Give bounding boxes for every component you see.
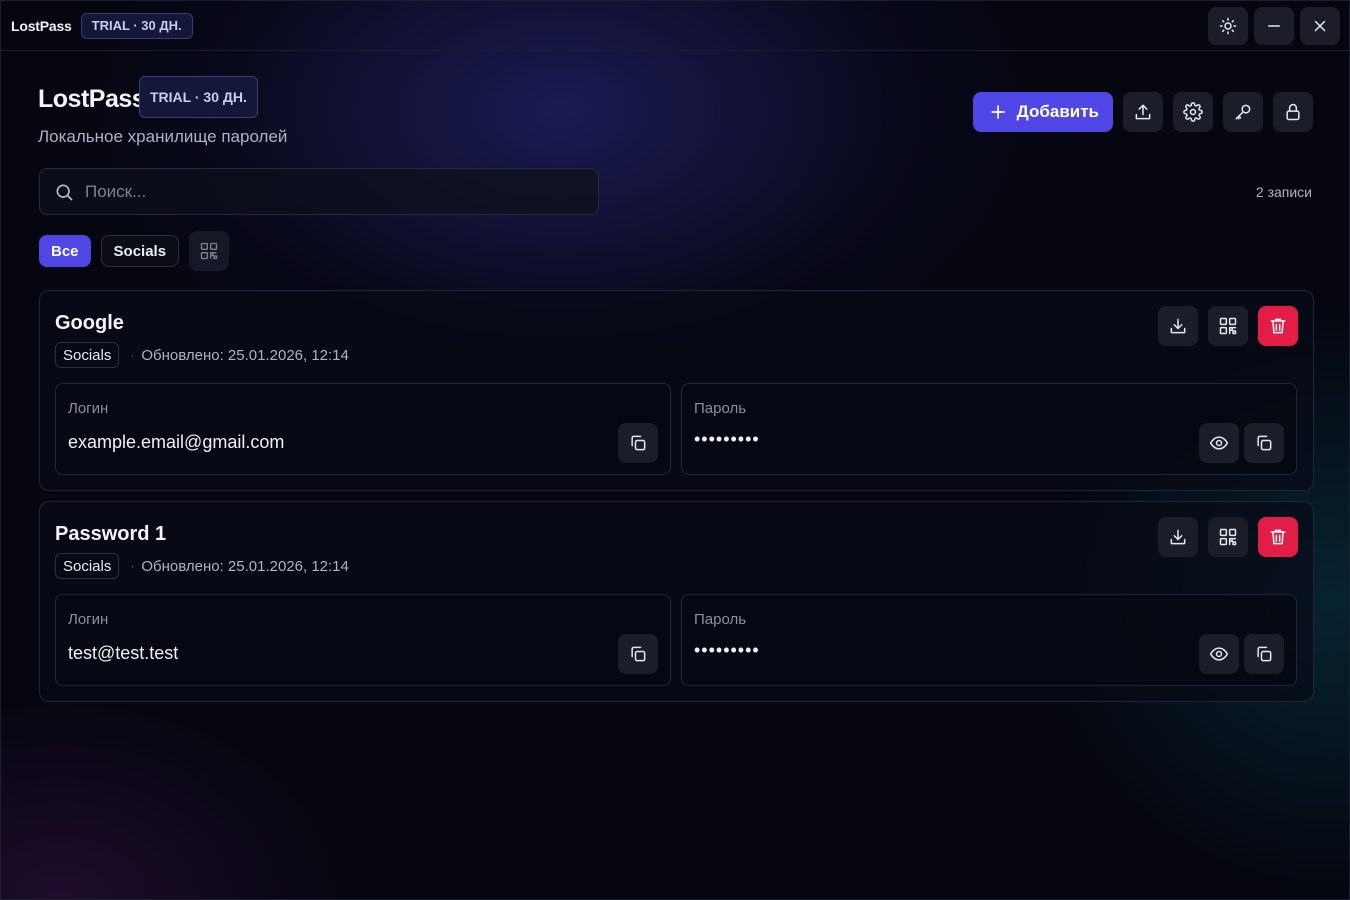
copy-password-button[interactable] bbox=[1244, 634, 1284, 674]
password-actions bbox=[1199, 423, 1284, 463]
login-field: Логин test@test.test bbox=[55, 594, 671, 686]
entry-tag: Socials bbox=[55, 342, 120, 368]
entry-meta: Socials · Обновлено: 25.01.2026, 12:14 bbox=[55, 342, 349, 368]
app-window: LostPass TRIAL · 30 ДН. LostPass TRIAL ·… bbox=[0, 0, 1350, 900]
download-icon bbox=[1170, 318, 1186, 334]
page-title: LostPass bbox=[38, 85, 146, 113]
entry-title: Password 1 bbox=[55, 523, 167, 545]
copy-icon bbox=[631, 435, 646, 451]
login-field: Логин example.email@gmail.com bbox=[55, 383, 671, 475]
qr-entry-button[interactable] bbox=[1208, 306, 1248, 346]
lock-icon bbox=[1286, 103, 1300, 121]
copy-password-button[interactable] bbox=[1244, 423, 1284, 463]
entry-card: Google Socials · Обновлено: 25.01.2026, … bbox=[39, 290, 1314, 491]
entry-tag: Socials bbox=[55, 553, 120, 579]
show-password-button[interactable] bbox=[1199, 634, 1239, 674]
entry-actions bbox=[1158, 306, 1298, 346]
close-icon bbox=[1314, 20, 1326, 32]
sun-icon bbox=[1219, 17, 1237, 35]
trash-icon bbox=[1270, 529, 1286, 545]
search-icon bbox=[56, 184, 73, 200]
minimize-icon bbox=[1268, 25, 1280, 27]
login-label: Логин bbox=[68, 400, 109, 417]
download-entry-button[interactable] bbox=[1158, 517, 1198, 557]
header-trial-badge: TRIAL · 30 ДН. bbox=[139, 76, 258, 118]
window-controls bbox=[1208, 7, 1340, 45]
record-count: 2 записи bbox=[1255, 184, 1312, 200]
delete-entry-button[interactable] bbox=[1258, 306, 1298, 346]
qr-entry-button[interactable] bbox=[1208, 517, 1248, 557]
window-title: LostPass bbox=[11, 17, 72, 34]
copy-login-button[interactable] bbox=[618, 423, 658, 463]
login-label: Логин bbox=[68, 611, 109, 628]
close-button[interactable] bbox=[1300, 7, 1340, 45]
download-icon bbox=[1170, 529, 1186, 545]
add-entry-button[interactable]: Добавить bbox=[972, 92, 1113, 132]
password-label: Пароль bbox=[694, 611, 747, 628]
page-subtitle: Локальное хранилище паролей bbox=[38, 127, 288, 146]
minimize-button[interactable] bbox=[1254, 7, 1294, 45]
password-actions bbox=[1199, 634, 1284, 674]
login-actions bbox=[618, 634, 658, 674]
search-box[interactable] bbox=[39, 168, 599, 215]
master-key-button[interactable] bbox=[1223, 92, 1263, 132]
filter-all[interactable]: Все bbox=[39, 235, 91, 267]
entry-meta: Socials · Обновлено: 25.01.2026, 12:14 bbox=[55, 553, 349, 579]
qr-filter-button[interactable] bbox=[189, 231, 230, 271]
upload-icon bbox=[1135, 104, 1151, 120]
copy-login-button[interactable] bbox=[618, 634, 658, 674]
add-entry-label: Добавить bbox=[1016, 102, 1099, 121]
lock-vault-button[interactable] bbox=[1273, 92, 1313, 132]
entry-card: Password 1 Socials · Обновлено: 25.01.20… bbox=[39, 501, 1314, 702]
qr-code-icon bbox=[200, 242, 218, 260]
delete-entry-button[interactable] bbox=[1258, 517, 1298, 557]
title-bar[interactable]: LostPass TRIAL · 30 ДН. bbox=[1, 1, 1349, 51]
entry-actions bbox=[1158, 517, 1298, 557]
plus-icon bbox=[990, 105, 1005, 119]
filter-bar: Все Socials bbox=[39, 231, 230, 271]
show-password-button[interactable] bbox=[1199, 423, 1239, 463]
meta-separator: · bbox=[130, 559, 135, 573]
entry-updated: Обновлено: 25.01.2026, 12:14 bbox=[141, 346, 349, 364]
settings-button[interactable] bbox=[1173, 92, 1213, 132]
meta-separator: · bbox=[130, 348, 135, 362]
download-entry-button[interactable] bbox=[1158, 306, 1198, 346]
eye-icon bbox=[1209, 436, 1229, 450]
password-value: ••••••••• bbox=[694, 429, 760, 449]
password-value: ••••••••• bbox=[694, 640, 760, 660]
copy-icon bbox=[1257, 646, 1272, 662]
copy-icon bbox=[631, 646, 646, 662]
search-input[interactable] bbox=[85, 181, 598, 202]
login-value: test@test.test bbox=[68, 643, 179, 663]
gear-icon bbox=[1183, 102, 1203, 122]
password-field: Пароль ••••••••• bbox=[681, 383, 1297, 475]
export-button[interactable] bbox=[1123, 92, 1163, 132]
trash-icon bbox=[1270, 318, 1286, 334]
qr-code-icon bbox=[1219, 528, 1237, 546]
eye-icon bbox=[1209, 647, 1229, 661]
filter-socials[interactable]: Socials bbox=[100, 235, 180, 267]
login-actions bbox=[618, 423, 658, 463]
theme-toggle-button[interactable] bbox=[1208, 7, 1248, 45]
entry-title: Google bbox=[55, 312, 124, 334]
qr-code-icon bbox=[1219, 317, 1237, 335]
entry-updated: Обновлено: 25.01.2026, 12:14 bbox=[141, 557, 349, 575]
key-icon bbox=[1235, 104, 1251, 120]
trial-badge: TRIAL · 30 ДН. bbox=[80, 12, 193, 39]
main-toolbar: Добавить bbox=[972, 92, 1313, 132]
login-value: example.email@gmail.com bbox=[68, 432, 285, 452]
copy-icon bbox=[1257, 435, 1272, 451]
password-label: Пароль bbox=[694, 400, 747, 417]
password-field: Пароль ••••••••• bbox=[681, 594, 1297, 686]
